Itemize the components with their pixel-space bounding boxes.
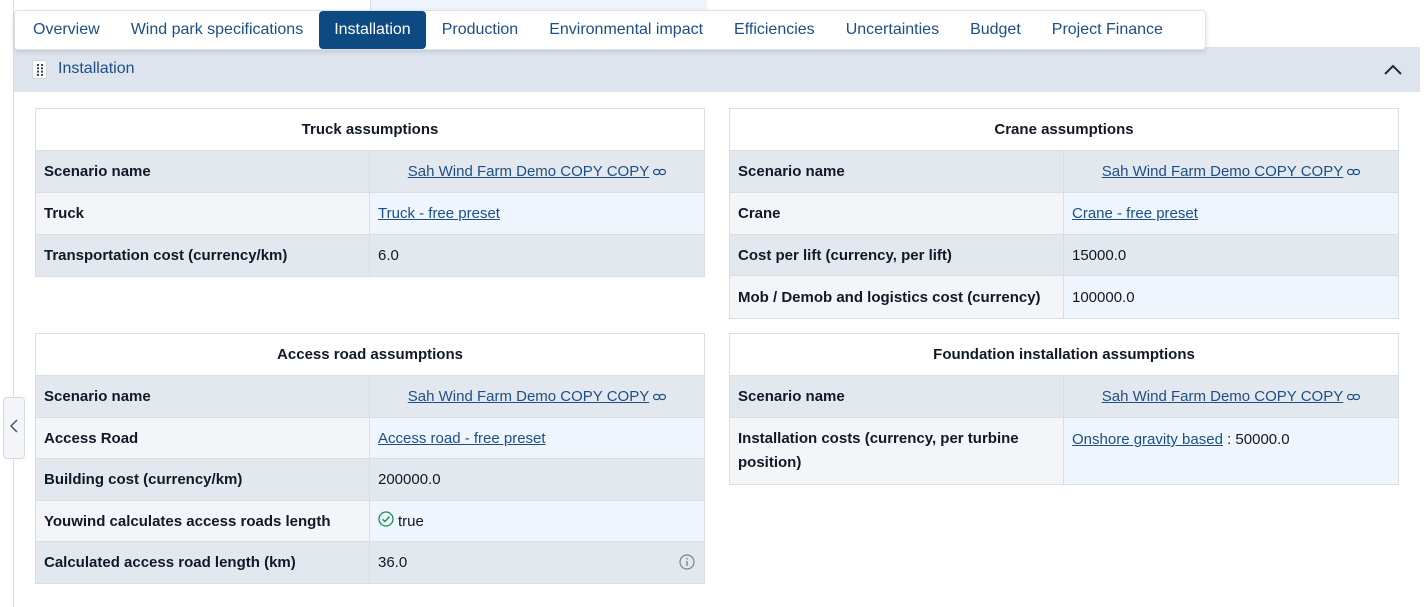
link-icon <box>1347 388 1361 405</box>
check-circle-icon <box>378 511 394 531</box>
row-label: Scenario name <box>36 376 370 417</box>
row-label: Installation costs (currency, per turbin… <box>730 418 1064 484</box>
scenario-link[interactable]: Sah Wind Farm Demo COPY COPY <box>1102 388 1343 405</box>
row-label: Crane <box>730 193 1064 234</box>
row-label: Youwind calculates access roads length <box>36 501 370 541</box>
row-label: Truck <box>36 193 370 234</box>
row-value: 100000.0 <box>1064 276 1398 318</box>
tab-budget[interactable]: Budget <box>955 11 1036 49</box>
row-value: Sah Wind Farm Demo COPY COPY <box>370 151 704 192</box>
access-road-preset-link[interactable]: Access road - free preset <box>378 430 546 447</box>
row-value: Sah Wind Farm Demo COPY COPY <box>370 376 704 417</box>
row-label: Cost per lift (currency, per lift) <box>730 235 1064 275</box>
foundation-type-link[interactable]: Onshore gravity based <box>1072 431 1223 448</box>
row-value: Sah Wind Farm Demo COPY COPY <box>1064 151 1398 192</box>
row-value: 200000.0 <box>370 459 704 500</box>
table-row: Calculated access road length (km) 36.0 <box>36 542 704 583</box>
table-title: Foundation installation assumptions <box>730 334 1398 376</box>
boolean-value: true <box>398 512 424 530</box>
crane-assumptions-table: Crane assumptions Scenario name Sah Wind… <box>729 108 1399 319</box>
grip-vertical-icon[interactable] <box>32 60 47 79</box>
table-row: Building cost (currency/km) 200000.0 <box>36 459 704 501</box>
table-row: Mob / Demob and logistics cost (currency… <box>730 276 1398 318</box>
section-title: Installation <box>58 60 135 77</box>
row-value: 36.0 <box>370 542 704 583</box>
row-value: Truck - free preset <box>370 193 704 234</box>
access-road-assumptions-table: Access road assumptions Scenario name Sa… <box>35 333 705 584</box>
row-label: Mob / Demob and logistics cost (currency… <box>730 276 1064 318</box>
table-row: Scenario name Sah Wind Farm Demo COPY CO… <box>36 151 704 193</box>
tab-wind-park-specifications[interactable]: Wind park specifications <box>116 11 319 49</box>
scenario-link[interactable]: Sah Wind Farm Demo COPY COPY <box>408 388 649 405</box>
table-row: Scenario name Sah Wind Farm Demo COPY CO… <box>36 376 704 418</box>
table-row: Scenario name Sah Wind Farm Demo COPY CO… <box>730 376 1398 418</box>
info-icon[interactable] <box>679 554 695 574</box>
table-title: Access road assumptions <box>36 334 704 376</box>
row-value: 6.0 <box>370 235 704 276</box>
row-value: Onshore gravity based : 50000.0 <box>1064 418 1398 484</box>
table-row: Access Road Access road - free preset <box>36 418 704 459</box>
tab-overview[interactable]: Overview <box>18 11 115 49</box>
installation-section-header[interactable]: Installation <box>14 47 1420 92</box>
link-icon <box>653 163 667 180</box>
installation-cost-value: : 50000.0 <box>1222 431 1290 448</box>
scenario-link[interactable]: Sah Wind Farm Demo COPY COPY <box>1102 163 1343 180</box>
row-value: 15000.0 <box>1064 235 1398 275</box>
main-tab-bar: Overview Wind park specifications Instal… <box>14 10 1206 50</box>
table-row: Scenario name Sah Wind Farm Demo COPY CO… <box>730 151 1398 193</box>
tab-efficiencies[interactable]: Efficiencies <box>719 11 830 49</box>
row-value: Crane - free preset <box>1064 193 1398 234</box>
tab-project-finance[interactable]: Project Finance <box>1037 11 1178 49</box>
table-row: Cost per lift (currency, per lift) 15000… <box>730 235 1398 276</box>
row-label: Scenario name <box>36 151 370 192</box>
table-row: Transportation cost (currency/km) 6.0 <box>36 235 704 276</box>
row-label: Transportation cost (currency/km) <box>36 235 370 276</box>
truck-assumptions-table: Truck assumptions Scenario name Sah Wind… <box>35 108 705 277</box>
link-icon <box>1347 163 1361 180</box>
table-row: Truck Truck - free preset <box>36 193 704 235</box>
row-value: true <box>370 501 704 541</box>
underlying-cell <box>370 0 707 10</box>
table-row: Youwind calculates access roads length t… <box>36 501 704 542</box>
chevron-up-icon[interactable] <box>1384 63 1402 81</box>
scenario-link[interactable]: Sah Wind Farm Demo COPY COPY <box>408 163 649 180</box>
row-value: Access road - free preset <box>370 418 704 458</box>
table-title: Crane assumptions <box>730 109 1398 151</box>
foundation-installation-assumptions-table: Foundation installation assumptions Scen… <box>729 333 1399 485</box>
chevron-left-icon <box>9 418 18 438</box>
truck-preset-link[interactable]: Truck - free preset <box>378 205 500 222</box>
crane-preset-link[interactable]: Crane - free preset <box>1072 205 1198 222</box>
table-row: Crane Crane - free preset <box>730 193 1398 235</box>
tab-environmental-impact[interactable]: Environmental impact <box>534 11 718 49</box>
table-title: Truck assumptions <box>36 109 704 151</box>
row-label: Scenario name <box>730 151 1064 192</box>
tab-production[interactable]: Production <box>427 11 534 49</box>
table-row: Installation costs (currency, per turbin… <box>730 418 1398 484</box>
row-label: Calculated access road length (km) <box>36 542 370 583</box>
link-icon <box>653 388 667 405</box>
side-panel-toggle[interactable] <box>3 397 25 459</box>
row-label: Scenario name <box>730 376 1064 417</box>
tab-installation[interactable]: Installation <box>319 11 426 49</box>
row-label: Building cost (currency/km) <box>36 459 370 500</box>
tab-uncertainties[interactable]: Uncertainties <box>831 11 954 49</box>
length-value: 36.0 <box>378 554 408 571</box>
row-value: Sah Wind Farm Demo COPY COPY <box>1064 376 1398 417</box>
row-label: Access Road <box>36 418 370 458</box>
